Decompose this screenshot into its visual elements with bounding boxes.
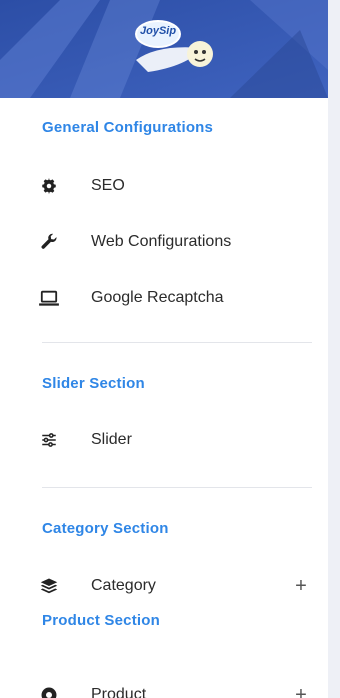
brand-logo: JoySip bbox=[128, 14, 228, 84]
sliders-icon bbox=[38, 429, 60, 451]
expand-icon[interactable]: + bbox=[291, 685, 311, 698]
sidebar-item-label: Product bbox=[91, 686, 147, 698]
gear-icon bbox=[38, 175, 60, 197]
section-title-general: General Configurations bbox=[42, 119, 214, 136]
sidebar-item-label: Google Recaptcha bbox=[91, 289, 224, 306]
sidebar-item-label: Slider bbox=[91, 431, 132, 448]
brand-header[interactable]: JoySip bbox=[0, 0, 328, 98]
sidebar-item-label: Web Configurations bbox=[91, 233, 232, 250]
scrollbar-track[interactable] bbox=[328, 0, 340, 698]
product-icon bbox=[38, 684, 60, 698]
expand-icon[interactable]: + bbox=[291, 576, 311, 596]
sidebar-item-seo[interactable]: SEO bbox=[0, 171, 328, 201]
sidebar-item-google-recaptcha[interactable]: Google Recaptcha bbox=[0, 283, 328, 313]
wrench-icon bbox=[38, 231, 60, 253]
section-title-product: Product Section bbox=[42, 612, 161, 629]
brand-logo-text: JoySip bbox=[140, 25, 177, 37]
section-title-slider: Slider Section bbox=[42, 375, 145, 392]
divider bbox=[42, 342, 312, 343]
sidebar-item-category[interactable]: Category + bbox=[0, 571, 328, 601]
layers-icon bbox=[38, 575, 60, 597]
sidebar-item-label: Category bbox=[91, 577, 156, 594]
sidebar-item-slider[interactable]: Slider bbox=[0, 425, 328, 455]
divider bbox=[42, 487, 312, 488]
sidebar: JoySip General Configurations SEO Web Co… bbox=[0, 0, 340, 698]
sidebar-item-product[interactable]: Product + bbox=[0, 680, 328, 698]
section-title-category: Category Section bbox=[42, 520, 169, 537]
sidebar-item-web-configurations[interactable]: Web Configurations bbox=[0, 227, 328, 257]
laptop-icon bbox=[38, 287, 60, 309]
sidebar-item-label: SEO bbox=[91, 177, 125, 194]
